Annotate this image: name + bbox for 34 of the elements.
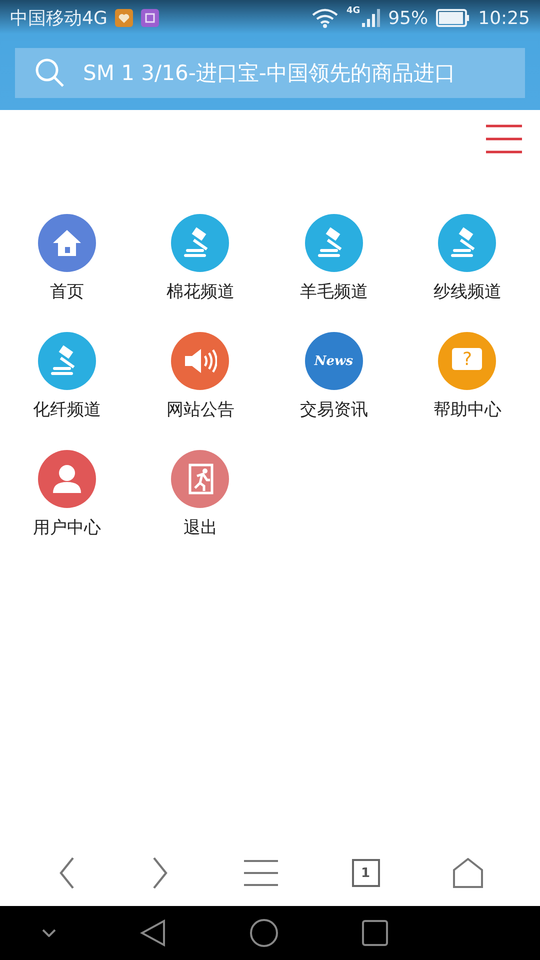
menu-label[interactable]: 纱线频道 (433, 280, 502, 303)
recents-icon[interactable] (362, 920, 388, 946)
menu-label[interactable]: 首页 (50, 280, 84, 303)
network-text: 4G (346, 6, 360, 16)
notification-icon (115, 9, 134, 27)
home-icon[interactable] (250, 919, 278, 947)
menu-label[interactable]: 羊毛频道 (300, 280, 368, 303)
battery-text: 95% (388, 8, 428, 28)
speaker-icon (183, 348, 218, 374)
help-icon: ? (452, 348, 482, 370)
wifi-icon (312, 8, 338, 28)
menu-label[interactable]: 退出 (183, 516, 218, 539)
menu-label[interactable]: 帮助中心 (433, 398, 502, 421)
gallery-icon (141, 9, 160, 27)
menu-icon-circle[interactable]: News (304, 332, 363, 390)
menu-label[interactable]: 用户中心 (32, 516, 101, 539)
tabs-button[interactable]: 1 (352, 859, 380, 887)
menu-label[interactable]: 棉花频道 (166, 280, 234, 303)
menu-icon[interactable] (244, 859, 278, 887)
battery-icon (436, 9, 470, 27)
menu-label[interactable]: 交易资讯 (300, 398, 368, 421)
user-icon (50, 464, 83, 494)
menu-icon[interactable] (486, 124, 522, 154)
carrier-text: 中国移动4G (10, 7, 108, 30)
back-icon[interactable] (140, 919, 166, 947)
chevron-down-icon[interactable] (42, 929, 56, 937)
news-icon: News (314, 354, 354, 368)
home-icon[interactable] (453, 858, 484, 888)
clock-text: 10:25 (478, 8, 530, 28)
signal-icon (362, 9, 380, 27)
house-icon (50, 228, 83, 258)
menu-label[interactable]: 网站公告 (166, 398, 234, 421)
search-icon (35, 58, 65, 88)
menu-label[interactable]: 化纤频道 (32, 398, 101, 421)
